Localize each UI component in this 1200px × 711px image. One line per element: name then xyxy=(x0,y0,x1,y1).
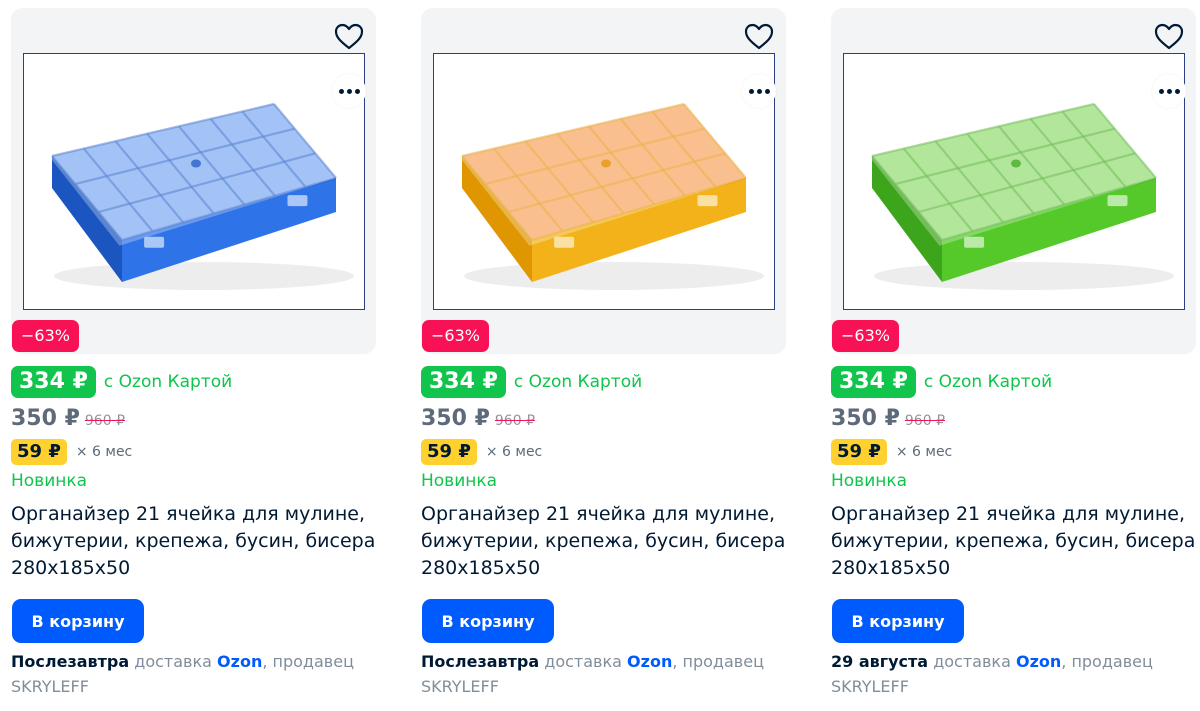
delivery-label: доставка xyxy=(933,652,1011,671)
product-photo[interactable] xyxy=(843,53,1185,310)
installment-price: 59 ₽ xyxy=(831,439,887,465)
new-badge: Новинка xyxy=(831,471,908,491)
delivery-label: доставка xyxy=(544,652,622,671)
add-to-cart-button[interactable]: В корзину xyxy=(422,599,554,643)
old-price: 960 ₽ xyxy=(84,413,125,429)
heart-icon[interactable] xyxy=(332,20,366,54)
installment-months: × 6 мес xyxy=(485,444,543,460)
delivery-date: Послезавтра xyxy=(11,652,130,671)
ozon-card-price: 334 ₽ с Ozon Картой xyxy=(831,366,1052,398)
delivery-brand-link[interactable]: Ozon xyxy=(627,652,672,671)
ozon-card-price-value: 334 ₽ xyxy=(11,366,96,398)
heart-icon[interactable] xyxy=(1152,20,1186,54)
seller-name[interactable]: SKRYLEFF xyxy=(831,677,909,696)
product-title[interactable]: Органайзер 21 ячейка для мулине, бижутер… xyxy=(831,501,1200,582)
seller-label: , продавец xyxy=(672,652,764,671)
ozon-card-price-value: 334 ₽ xyxy=(831,366,916,398)
product-image-area[interactable] xyxy=(11,8,376,354)
current-price: 350 ₽ xyxy=(11,406,80,431)
installment-row: 59 ₽ × 6 мес xyxy=(11,438,132,466)
ozon-card-label: с Ozon Картой xyxy=(923,372,1053,392)
organizer-box-illustration xyxy=(453,94,764,290)
product-photo[interactable] xyxy=(23,53,365,310)
seller-name[interactable]: SKRYLEFF xyxy=(421,677,499,696)
product-image-area[interactable] xyxy=(831,8,1196,354)
ozon-card-price: 334 ₽ с Ozon Картой xyxy=(11,366,232,398)
installment-price: 59 ₽ xyxy=(11,439,67,465)
more-dots-icon[interactable] xyxy=(1152,74,1186,108)
old-price: 960 ₽ xyxy=(904,413,945,429)
add-to-cart-button[interactable]: В корзину xyxy=(12,599,144,643)
product-title[interactable]: Органайзер 21 ячейка для мулине, бижутер… xyxy=(421,501,791,582)
ozon-card-label: с Ozon Картой xyxy=(513,372,643,392)
delivery-brand-link[interactable]: Ozon xyxy=(1016,652,1061,671)
delivery-date: Послезавтра xyxy=(421,652,540,671)
add-to-cart-button[interactable]: В корзину xyxy=(832,599,964,643)
ozon-card-label: с Ozon Картой xyxy=(103,372,233,392)
product-card[interactable]: −63% 334 ₽ с Ozon Картой 350 ₽ 960 ₽ 59 … xyxy=(421,8,786,708)
installment-months: × 6 мес xyxy=(75,444,133,460)
ozon-card-price-value: 334 ₽ xyxy=(421,366,506,398)
delivery-brand-link[interactable]: Ozon xyxy=(217,652,262,671)
seller-label: , продавец xyxy=(1061,652,1153,671)
seller-label: , продавец xyxy=(262,652,354,671)
organizer-box-illustration xyxy=(863,94,1174,290)
delivery-label: доставка xyxy=(134,652,212,671)
installment-row: 59 ₽ × 6 мес xyxy=(421,438,542,466)
product-grid: −63% 334 ₽ с Ozon Картой 350 ₽ 960 ₽ 59 … xyxy=(0,0,1200,711)
installment-months: × 6 мес xyxy=(895,444,953,460)
ozon-card-price: 334 ₽ с Ozon Картой xyxy=(421,366,642,398)
product-image-area[interactable] xyxy=(421,8,786,354)
more-dots-icon[interactable] xyxy=(742,74,776,108)
price-row: 350 ₽ 960 ₽ xyxy=(421,406,535,432)
seller-name[interactable]: SKRYLEFF xyxy=(11,677,89,696)
new-badge: Новинка xyxy=(11,471,88,491)
discount-badge: −63% xyxy=(12,320,79,352)
current-price: 350 ₽ xyxy=(831,406,900,431)
product-title[interactable]: Органайзер 21 ячейка для мулине, бижутер… xyxy=(11,501,381,582)
heart-icon[interactable] xyxy=(742,20,776,54)
discount-badge: −63% xyxy=(422,320,489,352)
delivery-info: Послезавтра доставка Ozon, продавец SKRY… xyxy=(11,649,376,699)
delivery-info: Послезавтра доставка Ozon, продавец SKRY… xyxy=(421,649,786,699)
product-photo[interactable] xyxy=(433,53,775,310)
price-row: 350 ₽ 960 ₽ xyxy=(831,406,945,432)
delivery-info: 29 августа доставка Ozon, продавец SKRYL… xyxy=(831,649,1196,699)
old-price: 960 ₽ xyxy=(494,413,535,429)
organizer-box-illustration xyxy=(43,94,354,290)
discount-badge: −63% xyxy=(832,320,899,352)
product-card[interactable]: −63% 334 ₽ с Ozon Картой 350 ₽ 960 ₽ 59 … xyxy=(11,8,376,708)
delivery-date: 29 августа xyxy=(831,652,929,671)
more-dots-icon[interactable] xyxy=(332,74,366,108)
price-row: 350 ₽ 960 ₽ xyxy=(11,406,125,432)
installment-price: 59 ₽ xyxy=(421,439,477,465)
installment-row: 59 ₽ × 6 мес xyxy=(831,438,952,466)
new-badge: Новинка xyxy=(421,471,498,491)
product-card[interactable]: −63% 334 ₽ с Ozon Картой 350 ₽ 960 ₽ 59 … xyxy=(831,8,1196,708)
current-price: 350 ₽ xyxy=(421,406,490,431)
